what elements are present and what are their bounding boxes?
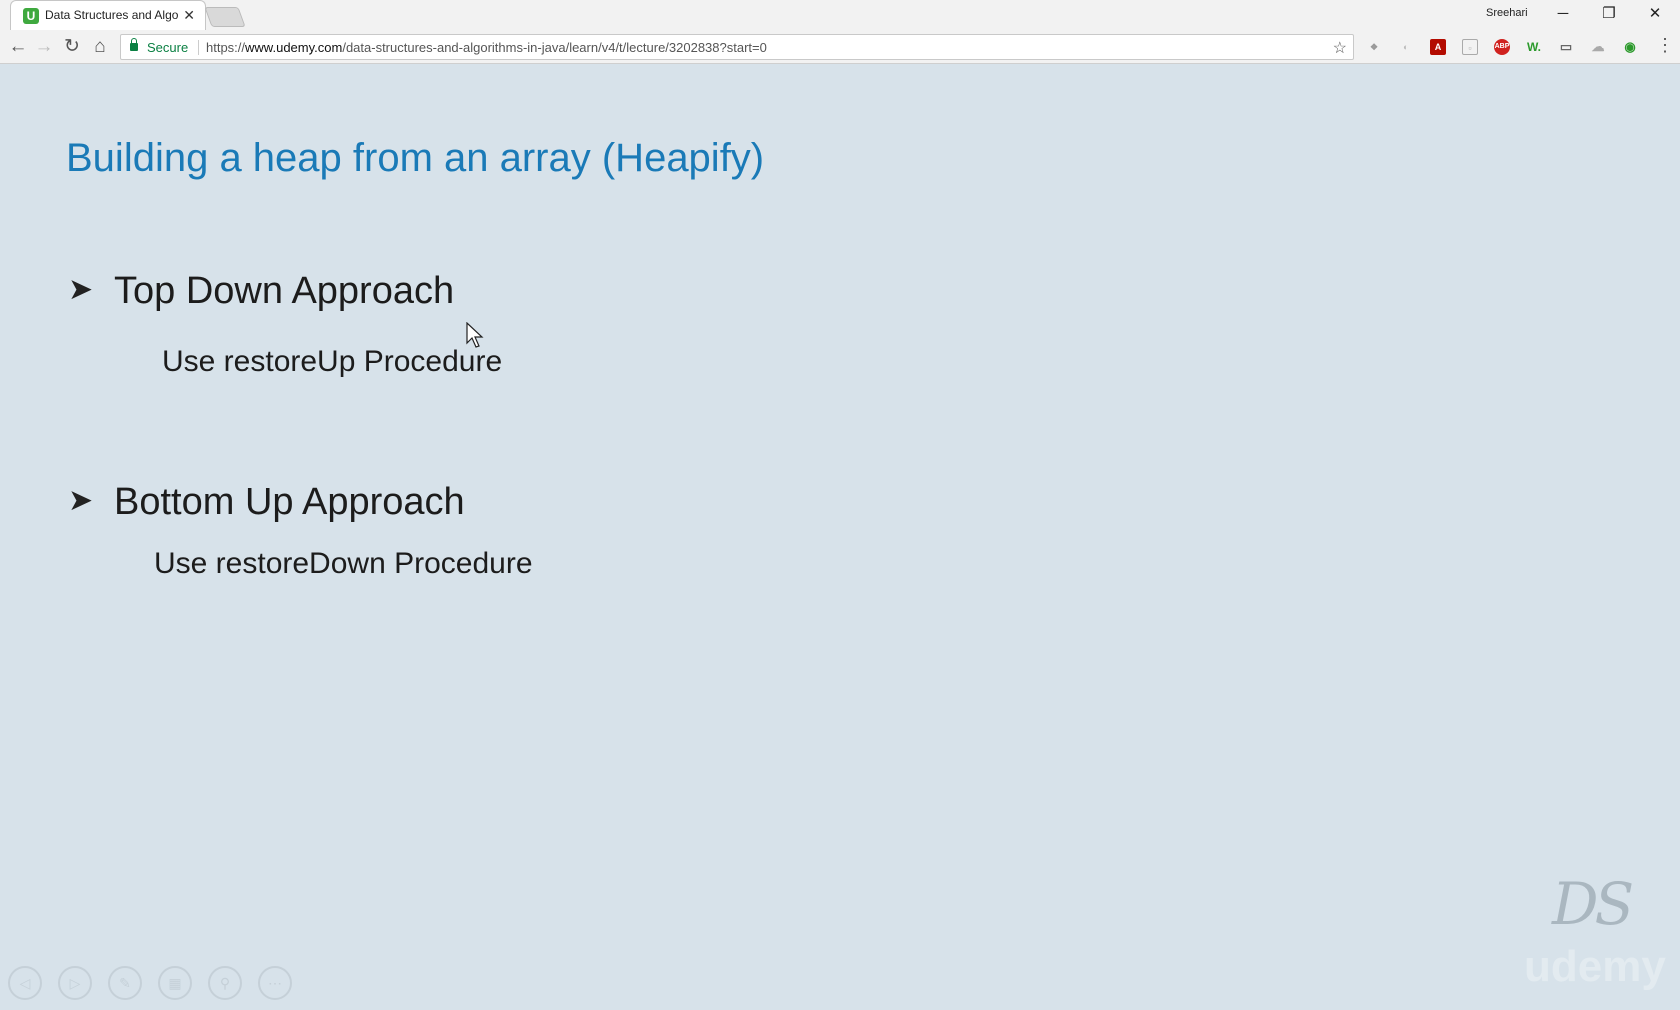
extension-icon[interactable]: ❖ bbox=[1366, 39, 1382, 55]
title-bar: U Data Structures and Algo ✕ Sreehari ─ … bbox=[0, 0, 1680, 30]
bookmark-star-icon[interactable]: ☆ bbox=[1333, 38, 1347, 58]
previous-slide-icon[interactable]: ◁ bbox=[8, 966, 42, 1000]
word-icon[interactable]: W. bbox=[1526, 39, 1542, 55]
forward-arrow-icon[interactable]: → bbox=[32, 35, 56, 59]
item-heading: Bottom Up Approach bbox=[114, 481, 465, 523]
new-tab-button[interactable] bbox=[204, 7, 246, 27]
pen-icon[interactable]: ✎ bbox=[108, 966, 142, 1000]
acrobat-icon[interactable]: A bbox=[1430, 39, 1446, 55]
reload-icon[interactable]: ↻ bbox=[60, 35, 84, 59]
udemy-watermark: udemy bbox=[1524, 942, 1666, 991]
tab-title: Data Structures and Algo bbox=[45, 8, 179, 22]
restore-button[interactable]: ❐ bbox=[1586, 0, 1632, 28]
adblock-icon[interactable]: ABP bbox=[1494, 39, 1510, 55]
item-detail: Use restoreDown Procedure bbox=[154, 547, 533, 580]
zoom-icon[interactable]: ⚲ bbox=[208, 966, 242, 1000]
browser-tab[interactable]: U Data Structures and Algo ✕ bbox=[10, 0, 206, 30]
tab-close-icon[interactable]: ✕ bbox=[183, 7, 195, 24]
close-window-button[interactable]: ✕ bbox=[1632, 0, 1678, 28]
secure-label: Secure bbox=[147, 40, 189, 55]
cast-icon[interactable]: ▭ bbox=[1558, 39, 1574, 55]
sound-icon[interactable]: ◉ bbox=[1622, 39, 1638, 55]
next-slide-icon[interactable]: ▷ bbox=[58, 966, 92, 1000]
browser-toolbar: ← → ↻ ⌂ Secure https://www.udemy.com/dat… bbox=[0, 30, 1680, 64]
item-heading: Top Down Approach bbox=[114, 270, 455, 312]
arrow-bullet-icon: ➤ bbox=[68, 484, 94, 517]
address-bar[interactable]: Secure https://www.udemy.com/data-struct… bbox=[120, 34, 1354, 60]
udemy-favicon-icon: U bbox=[23, 8, 39, 24]
extension-icon[interactable]: ◐ bbox=[1398, 39, 1414, 55]
url-host: www.udemy.com bbox=[245, 40, 343, 55]
lecture-slide: Building a heap from an array (Heapify) … bbox=[0, 64, 1680, 1010]
profile-name[interactable]: Sreehari bbox=[1486, 7, 1528, 19]
slides-grid-icon[interactable]: ▦ bbox=[158, 966, 192, 1000]
item-detail: Use restoreUp Procedure bbox=[162, 345, 503, 378]
url-path: /data-structures-and-algorithms-in-java/… bbox=[342, 40, 767, 55]
home-icon[interactable]: ⌂ bbox=[88, 35, 112, 59]
lock-icon bbox=[130, 38, 138, 51]
arrow-bullet-icon: ➤ bbox=[68, 273, 94, 306]
divider bbox=[198, 40, 199, 55]
minimize-button[interactable]: ─ bbox=[1540, 0, 1586, 28]
cloud-icon[interactable]: ☁ bbox=[1590, 39, 1606, 55]
menu-dots-icon[interactable]: ⋮ bbox=[1656, 35, 1674, 56]
more-options-icon[interactable]: ⋯ bbox=[258, 966, 292, 1000]
slide-title: Building a heap from an array (Heapify) bbox=[66, 136, 765, 180]
extension-icon[interactable]: ▫ bbox=[1462, 39, 1478, 55]
url-scheme: https:// bbox=[206, 40, 246, 55]
url-text[interactable]: https://www.udemy.com/data-structures-an… bbox=[206, 40, 767, 55]
ds-logo: DS bbox=[1552, 870, 1634, 938]
back-arrow-icon[interactable]: ← bbox=[6, 35, 30, 59]
mouse-cursor-icon bbox=[466, 322, 484, 348]
